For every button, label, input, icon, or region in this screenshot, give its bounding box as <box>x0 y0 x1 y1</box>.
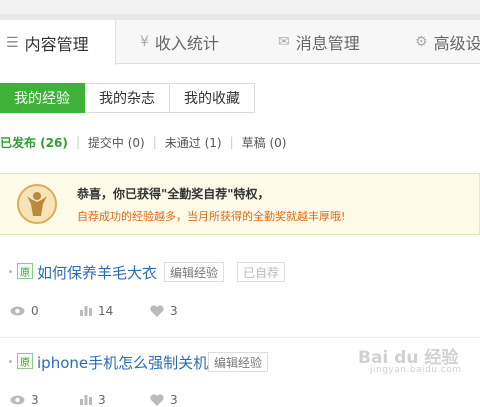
subtab-my-favorites[interactable]: 我的收藏 <box>170 83 255 113</box>
likes-stat: 3 <box>150 393 220 407</box>
votes-count: 14 <box>98 304 114 318</box>
gear-icon: ⚙ <box>415 34 428 50</box>
views-stat: 0 <box>10 304 80 318</box>
experience-title-link[interactable]: 如何保养羊毛大衣 <box>37 262 157 283</box>
bullet-dot <box>9 360 12 363</box>
subtab-my-magazine[interactable]: 我的杂志 <box>85 83 170 113</box>
filter-separator: | <box>229 135 234 149</box>
likes-stat: 3 <box>150 304 220 318</box>
item-stats: 0 14 3 <box>10 304 220 318</box>
votes-stat: 14 <box>80 304 150 318</box>
recommended-badge: 已自荐 <box>237 262 286 282</box>
notice-body: 自荐成功的经验越多，当月所获得的全勤奖就越丰厚哦! <box>77 210 346 223</box>
filter-submitting[interactable]: 提交中 (0) <box>88 134 145 151</box>
tab-content-management[interactable]: ☰ 内容管理 <box>0 20 116 65</box>
bar-chart-icon <box>80 395 92 405</box>
edit-experience-button[interactable]: 编辑经验 <box>208 352 269 372</box>
views-count: 3 <box>31 393 39 407</box>
sub-tabs: 我的经验 我的杂志 我的收藏 <box>0 83 255 113</box>
notice-title: 恭喜，你已获得"全勤奖自荐"特权， <box>77 187 270 201</box>
baidu-watermark: Bai du 经验 jingyan.baidu.com <box>358 343 461 375</box>
edit-experience-button[interactable]: 编辑经验 <box>164 262 225 282</box>
likes-count: 3 <box>170 393 178 407</box>
likes-count: 3 <box>170 304 178 318</box>
tab-label: 内容管理 <box>24 34 89 54</box>
watermark-url: jingyan.baidu.com <box>370 365 462 375</box>
tab-message-management[interactable]: ✉ 消息管理 <box>278 20 360 64</box>
tab-label: 消息管理 <box>295 34 360 53</box>
tab-advanced-settings[interactable]: ⚙ 高级设 <box>415 20 480 64</box>
subtab-my-experience[interactable]: 我的经验 <box>0 83 85 113</box>
filter-separator: | <box>75 135 80 149</box>
bar-chart-icon <box>80 306 92 316</box>
item-stats: 3 3 3 <box>10 393 220 407</box>
filter-drafts[interactable]: 草稿 (0) <box>242 134 287 151</box>
heart-icon <box>150 394 164 406</box>
tab-label: 收入统计 <box>154 34 219 53</box>
original-badge: 原 <box>17 353 33 369</box>
views-stat: 3 <box>10 393 80 407</box>
filter-separator: | <box>152 135 157 149</box>
tab-label: 高级设 <box>433 34 480 53</box>
status-filters: 已发布 (26) | 提交中 (0) | 未通过 (1) | 草稿 (0) <box>0 134 286 150</box>
original-badge: 原 <box>17 263 33 279</box>
votes-stat: 3 <box>80 393 150 407</box>
filter-rejected[interactable]: 未通过 (1) <box>165 134 222 151</box>
heart-icon <box>150 305 164 317</box>
list-icon: ☰ <box>6 34 19 51</box>
tab-income-stats[interactable]: ¥ 收入统计 <box>140 20 219 64</box>
experience-title-link[interactable]: iphone手机怎么强制关机 <box>37 352 208 373</box>
item-divider <box>0 337 480 338</box>
privilege-notice: 恭喜，你已获得"全勤奖自荐"特权， 自荐成功的经验越多，当月所获得的全勤奖就越丰… <box>0 173 480 235</box>
yen-icon: ¥ <box>140 34 149 50</box>
views-count: 0 <box>31 304 39 318</box>
top-strip <box>0 0 480 20</box>
votes-count: 3 <box>98 393 106 407</box>
main-nav: ☰ 内容管理 ¥ 收入统计 ✉ 消息管理 ⚙ 高级设 <box>0 20 480 65</box>
eye-icon <box>10 395 25 405</box>
eye-icon <box>10 306 25 316</box>
mail-icon: ✉ <box>278 34 290 50</box>
bullet-dot <box>9 270 12 273</box>
medal-icon <box>17 184 57 224</box>
filter-published[interactable]: 已发布 (26) <box>0 134 68 151</box>
